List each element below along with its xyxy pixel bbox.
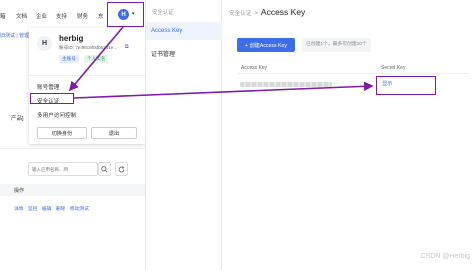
watermark: CSDN @Herbig (420, 253, 470, 260)
sidebar-title: 安全认证 (152, 10, 174, 16)
search-button[interactable] (98, 162, 111, 176)
table-header: Access Key Secret Key (237, 62, 469, 74)
highlight-box-show-link (376, 76, 436, 95)
switch-identity-button[interactable]: 切换身份 (37, 127, 87, 139)
main-content: 安全认证 > Access Key + 创建Access Key 已创建1个，最多可… (222, 0, 474, 270)
nav-item-docs[interactable]: 文档 (16, 12, 27, 20)
account-dropdown: H herbig 账号ID: 7e4f6c8f0db5241e... ⧉ 主账号… (29, 28, 145, 144)
menu-multi-user-access[interactable]: 多用户访问控制 (37, 111, 76, 119)
create-access-key-button[interactable]: + 创建Access Key (237, 38, 295, 52)
app-search-input[interactable] (29, 163, 89, 175)
refresh-button[interactable] (115, 162, 128, 176)
move-test-link[interactable]: 移动测试 (70, 207, 89, 212)
security-sidebar: 安全认证 Access Key 证书管理 (145, 0, 222, 270)
breadcrumb-separator: > (254, 11, 258, 17)
operation-column-header: 操作 (14, 188, 25, 194)
delete-link[interactable]: 删除 (56, 207, 66, 212)
highlight-box-avatar (107, 2, 144, 27)
edit-link[interactable]: 编辑 (42, 207, 52, 212)
real-name-badge: 个人实名 (84, 55, 109, 63)
copy-icon[interactable]: ⧉ (125, 44, 129, 50)
breadcrumb-parent[interactable]: 安全认证 (229, 11, 251, 17)
app-search-box[interactable] (28, 162, 98, 176)
column-header-secret-key: Secret Key (381, 65, 406, 71)
sidebar-item-access-key[interactable]: Access Key (146, 22, 222, 40)
sidebar-item-certificates[interactable]: 证书管理 (151, 49, 175, 58)
nav-item-enterprise[interactable]: 企业 (36, 12, 47, 20)
page-title: Access Key (260, 7, 306, 17)
refresh-icon (118, 165, 125, 172)
nav-item-finance[interactable]: 财务 (77, 12, 88, 20)
search-icon (101, 165, 108, 173)
sidebar-item-label: Access Key (151, 28, 183, 34)
divider (29, 75, 145, 76)
column-header-access-key: Access Key (241, 65, 268, 71)
highlight-box-security-menu (30, 93, 74, 104)
account-id: 账号ID: 7e4f6c8f0db5241e... (59, 45, 118, 50)
nav-item-fragment-2[interactable]: 东 (98, 12, 104, 20)
product-label: 产品] (11, 116, 24, 122)
breadcrumb: 安全认证 > Access Key (229, 7, 305, 17)
logout-button[interactable]: 退出 (91, 127, 137, 139)
monitor-link[interactable]: 监控 (28, 207, 38, 212)
main-account-badge: 主账号 (59, 55, 79, 63)
divider (0, 148, 145, 149)
username: herbig (59, 34, 84, 43)
row-actions: 详情 监控 编辑 删除 移动测试 (14, 205, 92, 212)
quota-note: 已创建1个，最多可创建20个 (302, 38, 371, 52)
menu-account-manage[interactable]: 账号管理 (37, 83, 59, 91)
nav-item-fragment[interactable]: 箱 (0, 12, 6, 20)
nav-item-support[interactable]: 支持 (56, 12, 67, 20)
avatar: H (37, 36, 52, 51)
detail-link[interactable]: 详情 (14, 207, 24, 212)
access-key-value-redacted (240, 82, 332, 87)
